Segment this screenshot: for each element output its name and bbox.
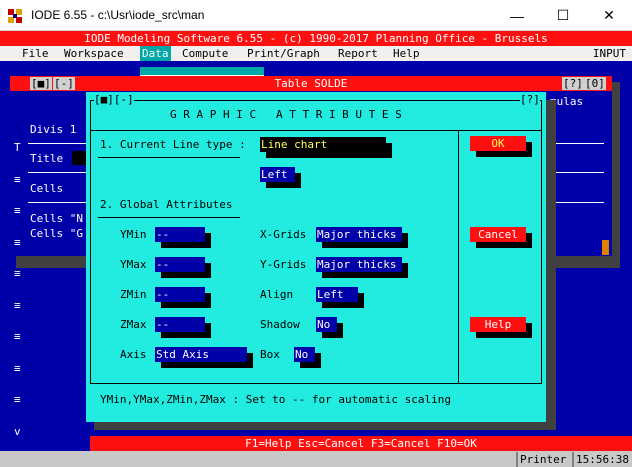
section-underline: [98, 217, 240, 218]
scroll-track-mark: ≡: [14, 361, 21, 375]
xgrids-label: X-Grids: [260, 228, 307, 241]
scroll-track-mark: ≡: [14, 330, 21, 343]
menu-compute[interactable]: Compute: [180, 46, 230, 61]
section-underline: [98, 157, 240, 158]
ok-button[interactable]: OK: [470, 136, 526, 151]
table-row-label[interactable]: Divis 1: [30, 122, 76, 137]
xgrids-field[interactable]: Major thicks: [316, 227, 402, 242]
menu-report[interactable]: Report: [336, 46, 380, 61]
box-label: Box: [260, 348, 280, 361]
table-row-label[interactable]: Cells: [30, 181, 63, 196]
table-resize-handle[interactable]: [602, 240, 609, 255]
menu-help[interactable]: Help: [391, 46, 422, 61]
scroll-track-mark: ≡: [14, 267, 21, 280]
line-align-field[interactable]: Left: [260, 167, 295, 182]
ymax-field[interactable]: --: [155, 257, 205, 272]
axis-label: Axis: [120, 348, 147, 361]
maximize-icon: ☐: [556, 7, 570, 23]
box-field[interactable]: No: [294, 347, 315, 362]
help-button[interactable]: Help: [470, 317, 526, 332]
iode-app-icon: [7, 8, 23, 24]
table-window-shadow: [612, 82, 620, 267]
close-icon: ✕: [603, 7, 615, 23]
menu-file[interactable]: File: [20, 46, 51, 61]
status-bar: Printer 15:56:38: [0, 451, 632, 467]
section-global-attributes-label: 2. Global Attributes: [100, 198, 233, 211]
table-divider: [556, 143, 604, 144]
software-header: IODE Modeling Software 6.55 - (c) 1990-2…: [0, 31, 632, 46]
cancel-button[interactable]: Cancel: [470, 227, 526, 242]
table-window-title: Table SOLDE: [274, 77, 348, 90]
window-titlebar: IODE 6.55 - c:\Usr\iode_src\man — ☐ ✕: [0, 0, 632, 31]
zmax-label: ZMax: [120, 318, 147, 331]
scroll-track-mark: ≡: [14, 204, 21, 217]
table-scrollbar[interactable]: T ≡ ≡ ≡ ≡ ≡ ≡ ≡ ≡ v: [14, 122, 22, 448]
dialog-hint: YMin,YMax,ZMin,ZMax : Set to -- for auto…: [100, 393, 451, 406]
table-window-titlebar: [■] [-] Table SOLDE [?] [0]: [10, 76, 612, 91]
table-cell-cursor: [72, 151, 86, 165]
menu-workspace[interactable]: Workspace: [62, 46, 126, 61]
ymin-label: YMin: [120, 228, 147, 241]
menu-print-graph[interactable]: Print/Graph: [245, 46, 322, 61]
dialog-help-button[interactable]: [?]: [520, 93, 540, 107]
scroll-top-mark: T: [14, 141, 21, 154]
ygrids-field[interactable]: Major thicks: [316, 257, 402, 272]
clock: 15:56:38: [572, 452, 632, 467]
minimize-icon: —: [510, 7, 524, 24]
dialog-button-separator: [458, 130, 459, 384]
scroll-bottom-mark: v: [14, 424, 21, 438]
line-type-field[interactable]: Line chart: [260, 137, 386, 152]
window-title: IODE 6.55 - c:\Usr\iode_src\man: [31, 8, 205, 22]
minimize-button[interactable]: —: [494, 0, 540, 31]
table-help-button[interactable]: [?]: [562, 77, 584, 90]
align-label: Align: [260, 288, 294, 301]
maximize-button[interactable]: ☐: [540, 0, 586, 31]
dialog-window-buttons[interactable]: [■][-]: [94, 93, 134, 107]
shadow-field[interactable]: No: [316, 317, 337, 332]
input-mode-indicator: INPUT: [592, 47, 626, 60]
printer-indicator[interactable]: Printer: [516, 452, 570, 467]
table-zoom-button[interactable]: [0]: [584, 77, 606, 90]
zmax-field[interactable]: --: [155, 317, 205, 332]
ygrids-label: Y-Grids: [260, 258, 307, 271]
menu-bar: File Workspace Data Compute Print/Graph …: [0, 46, 632, 61]
dialog-title-separator: [90, 130, 542, 131]
zmin-label: ZMin: [120, 288, 147, 301]
table-row-label[interactable]: Cells "G: [30, 226, 83, 241]
scroll-track-mark: ≡: [14, 393, 21, 406]
shadow-label: Shadow: [260, 318, 300, 331]
workspace-background: [0, 61, 632, 75]
section-current-line-type-label: 1. Current Line type :: [100, 138, 246, 151]
dialog-title: G R A P H I C A T T R I B U T E S: [170, 108, 402, 121]
ymax-label: YMax: [120, 258, 147, 271]
table-divider: [28, 143, 88, 144]
table-divider: [556, 202, 604, 203]
scroll-track-mark: ≡: [14, 298, 21, 312]
table-row-label[interactable]: Cells "N: [30, 211, 83, 226]
table-row-label[interactable]: Title: [30, 151, 63, 166]
scroll-track-mark: ≡: [14, 172, 21, 186]
zmin-field[interactable]: --: [155, 287, 205, 302]
menu-data[interactable]: Data: [140, 46, 171, 61]
ymin-field[interactable]: --: [155, 227, 205, 242]
align-field[interactable]: Left: [316, 287, 358, 302]
axis-field[interactable]: Std Axis: [155, 347, 247, 362]
function-keys-bar: F1=Help Esc=Cancel F3=Cancel F10=OK: [90, 436, 632, 451]
table-divider: [28, 202, 88, 203]
scroll-track-mark: ≡: [14, 235, 21, 249]
close-button[interactable]: ✕: [586, 0, 632, 31]
table-divider: [556, 172, 604, 173]
table-divider: [28, 172, 88, 173]
